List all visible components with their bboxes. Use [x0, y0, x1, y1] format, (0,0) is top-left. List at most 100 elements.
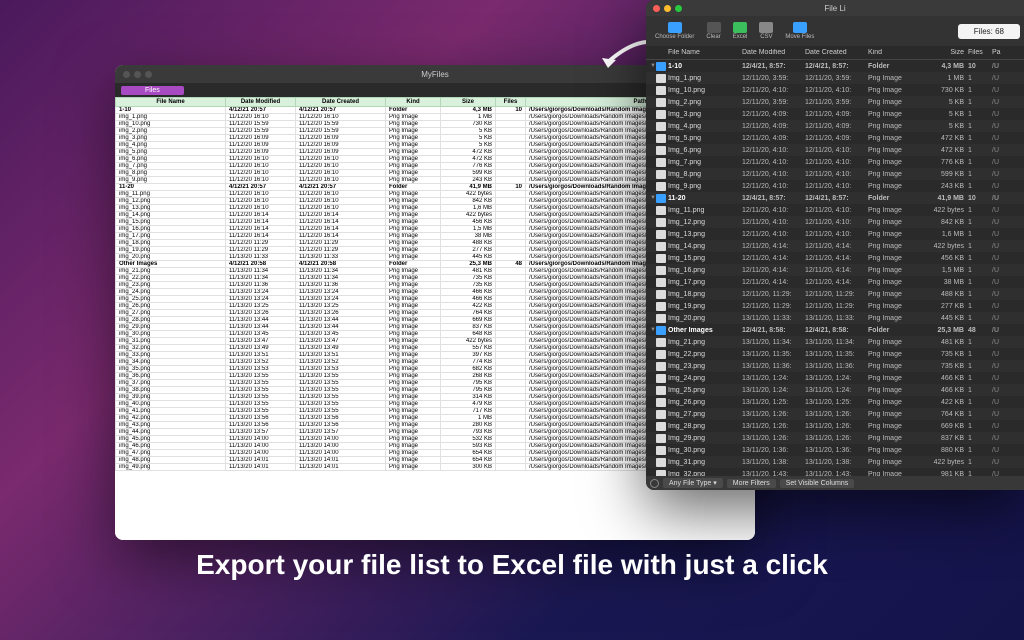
file-counter: Files: 68	[958, 24, 1020, 39]
table-row[interactable]: Img_25.png13/11/20, 1:24:13/11/20, 1:24:…	[646, 384, 1024, 396]
col-kind[interactable]: Kind	[868, 49, 926, 56]
col-size[interactable]: Size	[926, 49, 968, 56]
app-title: File Li	[646, 4, 1024, 13]
folder-icon	[668, 22, 682, 33]
col-date-created[interactable]: Date Created	[805, 49, 868, 56]
col-files[interactable]: Files	[968, 49, 992, 56]
table-row[interactable]: Img_7.png12/11/20, 4:10:12/11/20, 4:10:P…	[646, 156, 1024, 168]
table-row[interactable]: Img_26.png13/11/20, 1:25:13/11/20, 1:25:…	[646, 396, 1024, 408]
marketing-caption: Export your file list to Excel file with…	[0, 546, 1024, 584]
image-icon	[656, 254, 666, 263]
table-row[interactable]: Img_30.png13/11/20, 1:36:13/11/20, 1:36:…	[646, 444, 1024, 456]
choose-folder-button[interactable]: Choose Folder	[650, 22, 699, 40]
image-icon	[656, 146, 666, 155]
table-row[interactable]: Img_28.png13/11/20, 1:26:13/11/20, 1:26:…	[646, 420, 1024, 432]
col-date-modified[interactable]: Date Modified	[742, 49, 805, 56]
table-row[interactable]: Img_21.png13/11/20, 11:34:13/11/20, 11:3…	[646, 336, 1024, 348]
image-icon	[656, 470, 666, 477]
table-row[interactable]: Img_8.png12/11/20, 4:10:12/11/20, 4:10:P…	[646, 168, 1024, 180]
image-icon	[656, 302, 666, 311]
table-row[interactable]: Img_22.png13/11/20, 11:35:13/11/20, 11:3…	[646, 348, 1024, 360]
table-row[interactable]: ▼Other Images12/4/21, 8:58:12/4/21, 8:58…	[646, 324, 1024, 336]
folder-icon	[656, 62, 666, 71]
excel-col-header[interactable]: Kind	[386, 98, 441, 107]
move-files-button[interactable]: Move Files	[780, 22, 819, 40]
table-row[interactable]: Img_19.png12/11/20, 11:29:12/11/20, 11:2…	[646, 300, 1024, 312]
image-icon	[656, 362, 666, 371]
excel-col-header[interactable]: File Name	[116, 98, 226, 107]
table-row[interactable]: Img_11.png12/11/20, 4:10:12/11/20, 4:10:…	[646, 204, 1024, 216]
excel-col-header[interactable]: Date Modified	[226, 98, 296, 107]
table-row[interactable]: Img_13.png12/11/20, 4:10:12/11/20, 4:10:…	[646, 228, 1024, 240]
image-icon	[656, 98, 666, 107]
table-row[interactable]: Img_20.png13/11/20, 11:33:13/11/20, 11:3…	[646, 312, 1024, 324]
table-row[interactable]: Img_5.png12/11/20, 4:09:12/11/20, 4:09:P…	[646, 132, 1024, 144]
table-row[interactable]: Img_12.png12/11/20, 4:10:12/11/20, 4:10:…	[646, 216, 1024, 228]
clear-icon	[707, 22, 721, 33]
table-row[interactable]: ▼1-1012/4/21, 8:57:12/4/21, 8:57:Folder4…	[646, 60, 1024, 72]
image-icon	[656, 266, 666, 275]
image-icon	[656, 122, 666, 131]
more-filters-button[interactable]: More Filters	[727, 479, 776, 488]
image-icon	[656, 74, 666, 83]
table-row[interactable]: Img_9.png12/11/20, 4:10:12/11/20, 4:10:P…	[646, 180, 1024, 192]
image-icon	[656, 386, 666, 395]
table-row[interactable]: Img_23.png13/11/20, 11:36:13/11/20, 11:3…	[646, 360, 1024, 372]
image-icon	[656, 230, 666, 239]
table-row[interactable]: ▼11-2012/4/21, 8:57:12/4/21, 8:57:Folder…	[646, 192, 1024, 204]
excel-col-header[interactable]: Size	[441, 98, 496, 107]
image-icon	[656, 446, 666, 455]
table-row[interactable]: Img_29.png13/11/20, 1:26:13/11/20, 1:26:…	[646, 432, 1024, 444]
image-icon	[656, 290, 666, 299]
table-row[interactable]: Img_2.png12/11/20, 3:59:12/11/20, 3:59:P…	[646, 96, 1024, 108]
table-row[interactable]: Img_4.png12/11/20, 4:09:12/11/20, 4:09:P…	[646, 120, 1024, 132]
excel-sheet-tab[interactable]: Files	[121, 86, 184, 95]
image-icon	[656, 206, 666, 215]
clear-button[interactable]: Clear	[701, 22, 725, 40]
table-row[interactable]: Img_18.png12/11/20, 11:29:12/11/20, 11:2…	[646, 288, 1024, 300]
image-icon	[656, 278, 666, 287]
app-window: File Li Choose Folder Clear Excel CSV Mo…	[646, 0, 1024, 490]
table-row[interactable]: Img_27.png13/11/20, 1:26:13/11/20, 1:26:…	[646, 408, 1024, 420]
excel-export-button[interactable]: Excel	[728, 22, 753, 40]
image-icon	[656, 338, 666, 347]
image-icon	[656, 410, 666, 419]
image-icon	[656, 182, 666, 191]
table-row[interactable]: Img_6.png12/11/20, 4:10:12/11/20, 4:10:P…	[646, 144, 1024, 156]
file-list[interactable]: ▼1-1012/4/21, 8:57:12/4/21, 8:57:Folder4…	[646, 60, 1024, 476]
visible-columns-button[interactable]: Set Visible Columns	[780, 479, 855, 488]
filter-filetype[interactable]: Any File Type ▾	[663, 478, 723, 488]
table-row[interactable]: Img_3.png12/11/20, 4:09:12/11/20, 4:09:P…	[646, 108, 1024, 120]
table-row[interactable]: Img_15.png12/11/20, 4:14:12/11/20, 4:14:…	[646, 252, 1024, 264]
app-footer: Any File Type ▾ More Filters Set Visible…	[646, 476, 1024, 490]
table-row[interactable]: Img_24.png13/11/20, 1:24:13/11/20, 1:24:…	[646, 372, 1024, 384]
image-icon	[656, 110, 666, 119]
app-titlebar: File Li	[646, 0, 1024, 16]
col-path[interactable]: Pa	[992, 49, 1024, 56]
column-headers[interactable]: File Name Date Modified Date Created Kin…	[646, 46, 1024, 60]
table-row[interactable]: Img_14.png12/11/20, 4:14:12/11/20, 4:14:…	[646, 240, 1024, 252]
folder-icon	[656, 194, 666, 203]
image-icon	[656, 158, 666, 167]
excel-col-header[interactable]: Date Created	[296, 98, 386, 107]
table-row[interactable]: Img_10.png12/11/20, 4:10:12/11/20, 4:10:…	[646, 84, 1024, 96]
image-icon	[656, 314, 666, 323]
csv-export-button[interactable]: CSV	[754, 22, 778, 40]
table-row[interactable]: Img_17.png12/11/20, 4:14:12/11/20, 4:14:…	[646, 276, 1024, 288]
image-icon	[656, 458, 666, 467]
image-icon	[656, 422, 666, 431]
image-icon	[656, 218, 666, 227]
image-icon	[656, 398, 666, 407]
image-icon	[656, 350, 666, 359]
gear-icon[interactable]	[650, 479, 659, 488]
image-icon	[656, 242, 666, 251]
image-icon	[656, 170, 666, 179]
csv-icon	[759, 22, 773, 33]
table-row[interactable]: Img_1.png12/11/20, 3:59:12/11/20, 3:59:P…	[646, 72, 1024, 84]
table-row[interactable]: Img_31.png13/11/20, 1:38:13/11/20, 1:38:…	[646, 456, 1024, 468]
image-icon	[656, 374, 666, 383]
table-row[interactable]: Img_32.png13/11/20, 1:43:13/11/20, 1:43:…	[646, 468, 1024, 476]
table-row[interactable]: Img_16.png12/11/20, 4:14:12/11/20, 4:14:…	[646, 264, 1024, 276]
col-filename[interactable]: File Name	[668, 49, 742, 56]
excel-col-header[interactable]: Files	[496, 98, 526, 107]
